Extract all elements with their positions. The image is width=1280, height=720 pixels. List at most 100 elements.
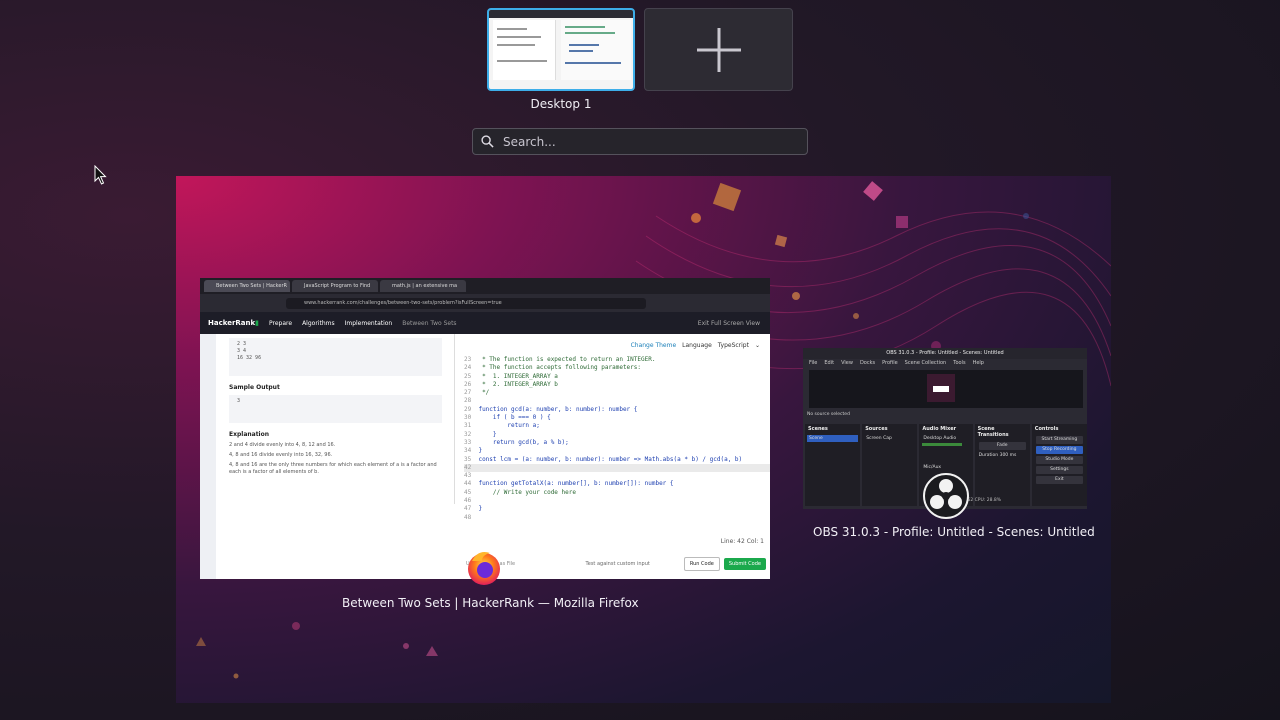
menu-item[interactable]: Docks	[860, 359, 875, 367]
browser-tab[interactable]: math.js | an extensive ma	[380, 280, 466, 292]
url-bar[interactable]: www.hackerrank.com/challenges/between-tw…	[286, 297, 646, 309]
code-text: }	[478, 505, 483, 513]
cpu-usage: CPU: 28.8%	[974, 498, 1002, 503]
code-line[interactable]: 34 }	[464, 447, 770, 455]
exit-button[interactable]: Exit	[1035, 476, 1083, 484]
code-line[interactable]: 35 const lcm = (a: number, b: number): n…	[464, 456, 770, 464]
code-text: function getTotalX(a: number[], b: numbe…	[478, 480, 674, 488]
sources-dock: Sources Screen Cap	[862, 424, 918, 506]
code-editor[interactable]: Change Theme Language TypeScript ⌄ 23 * …	[458, 334, 770, 549]
search-field[interactable]	[472, 128, 808, 155]
explanation-heading: Explanation	[229, 431, 270, 438]
code-text: * The function accepts following paramet…	[478, 364, 642, 372]
menu-item[interactable]: Scene Collection	[905, 359, 947, 367]
line-number: 30	[464, 414, 479, 422]
test-custom-checkbox[interactable]: Test against custom input	[586, 561, 650, 567]
dock-title: Controls	[1034, 426, 1059, 432]
browser-tabbar: Between Two Sets | HackerR JavaScript Pr…	[200, 278, 770, 294]
menu-item[interactable]: Profile	[882, 359, 898, 367]
code-line[interactable]: 31 return a;	[464, 422, 770, 430]
code-line[interactable]: 48	[464, 514, 770, 522]
line-number: 26	[464, 380, 479, 388]
code-lines[interactable]: 23 * The function is expected to return …	[458, 356, 770, 522]
dock-title: Sources	[865, 426, 888, 432]
settings-button[interactable]: Settings	[1035, 466, 1083, 474]
line-number: 27	[464, 389, 479, 397]
transition-select[interactable]: Fade	[978, 442, 1026, 450]
search-input[interactable]	[501, 133, 785, 150]
code-line[interactable]: 32 }	[464, 431, 770, 439]
studio-mode-button[interactable]: Studio Mode	[1035, 456, 1083, 464]
scenes-dock: Scenes Scene	[805, 424, 861, 506]
hackerrank-logo[interactable]: HackerRank▮	[208, 319, 259, 327]
code-line[interactable]: 28	[464, 397, 770, 405]
code-line[interactable]: 25 * 1. INTEGER_ARRAY a	[464, 373, 770, 381]
code-line[interactable]: 30 if ( b === 0 ) {	[464, 414, 770, 422]
scene-item[interactable]: Scene	[807, 435, 859, 442]
nav-link[interactable]: Between Two Sets	[402, 320, 456, 327]
language-select[interactable]: TypeScript	[718, 342, 749, 349]
firefox-icon	[468, 552, 500, 585]
exit-fullscreen-link[interactable]: Exit Full Screen View	[698, 320, 760, 327]
run-code-button[interactable]: Run Code	[683, 557, 720, 571]
browser-navbar: www.hackerrank.com/challenges/between-tw…	[200, 294, 770, 312]
nav-link[interactable]: Prepare	[269, 320, 292, 327]
code-line[interactable]: 47 }	[464, 505, 770, 513]
mini-editor-pane	[561, 20, 631, 80]
code-line[interactable]: 29 function gcd(a: number, b: number): n…	[464, 406, 770, 414]
code-text: const lcm = (a: number, b: number): numb…	[478, 455, 743, 463]
line-number: 32	[464, 430, 479, 438]
firefox-window-caption[interactable]: Between Two Sets | HackerRank — Mozilla …	[342, 596, 639, 610]
submit-code-button[interactable]: Submit Code	[723, 558, 766, 570]
mini-problem-pane	[493, 20, 556, 80]
code-text: return a;	[478, 422, 540, 430]
line-number: 29	[464, 405, 479, 413]
change-theme-link[interactable]: Change Theme	[631, 342, 677, 349]
line-number: 45	[464, 488, 479, 496]
obs-titlebar: OBS 31.0.3 - Profile: Untitled - Scenes:…	[803, 348, 1087, 359]
source-item[interactable]: Screen Cap	[864, 435, 915, 442]
hackerrank-navbar: HackerRank▮ Prepare Algorithms Implement…	[200, 312, 770, 334]
problem-side-tabs	[200, 334, 216, 579]
menu-item[interactable]: File	[809, 359, 817, 367]
line-number: 31	[464, 422, 479, 430]
stop-recording-button[interactable]: Stop Recording	[1035, 446, 1083, 454]
code-line[interactable]: 23 * The function is expected to return …	[464, 356, 770, 364]
menu-item[interactable]: View	[841, 359, 853, 367]
code-line[interactable]: 45 // Write your code here	[464, 489, 770, 497]
line-number: 33	[464, 438, 479, 446]
code-line[interactable]: 33 return gcd(b, a % b);	[464, 439, 770, 447]
add-desktop-button[interactable]	[644, 8, 793, 91]
code-line[interactable]: 42	[464, 463, 770, 473]
duration-value[interactable]: 300 ms	[1000, 453, 1017, 458]
line-number: 42	[464, 463, 479, 471]
code-text: */	[478, 389, 490, 397]
firefox-window[interactable]: Between Two Sets | HackerR JavaScript Pr…	[200, 278, 770, 579]
browser-tab[interactable]: Between Two Sets | HackerR	[204, 280, 290, 292]
start-streaming-button[interactable]: Start Streaming	[1035, 436, 1083, 444]
obs-window-caption[interactable]: OBS 31.0.3 - Profile: Untitled - Scenes:…	[813, 525, 1095, 539]
desktop-1-thumbnail[interactable]	[487, 8, 635, 91]
code-line[interactable]: 26 * 2. INTEGER_ARRAY b	[464, 381, 770, 389]
code-line[interactable]: 24 * The function accepts following para…	[464, 364, 770, 372]
code-line[interactable]: 43	[464, 472, 770, 480]
problem-pane: 2 3 3 4 16 32 96 Sample Output 3 Explana…	[217, 334, 455, 504]
obs-preview[interactable]	[809, 370, 1083, 408]
code-line[interactable]: 46	[464, 497, 770, 505]
code-line[interactable]: 27 */	[464, 389, 770, 397]
sample-input: 2 3 3 4 16 32 96	[229, 338, 442, 376]
desktop-1-label[interactable]: Desktop 1	[487, 97, 635, 111]
browser-tab[interactable]: JavaScript Program to Find	[292, 280, 378, 292]
sample-output-heading: Sample Output	[229, 384, 280, 391]
chevron-down-icon: ⌄	[754, 341, 760, 349]
mouse-pointer-icon	[94, 165, 107, 185]
menu-item[interactable]: Help	[973, 359, 984, 367]
nav-link[interactable]: Implementation	[345, 320, 393, 327]
code-line[interactable]: 44 function getTotalX(a: number[], b: nu…	[464, 480, 770, 488]
line-number: 48	[464, 513, 479, 521]
nav-link[interactable]: Algorithms	[302, 320, 335, 327]
menu-item[interactable]: Edit	[824, 359, 834, 367]
line-number: 28	[464, 397, 479, 405]
menu-item[interactable]: Tools	[953, 359, 965, 367]
explanation-text: 2 and 4 divide evenly into 4, 8, 12 and …	[229, 442, 336, 448]
